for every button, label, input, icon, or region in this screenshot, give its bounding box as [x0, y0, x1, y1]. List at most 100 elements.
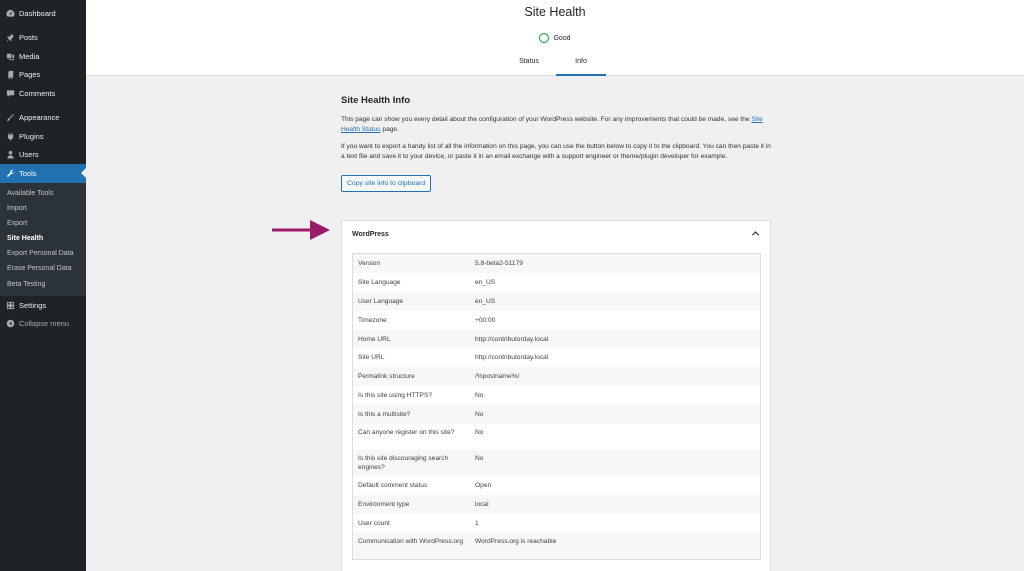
row-value: /%postname%/: [475, 373, 520, 381]
menu-label: Posts: [19, 33, 38, 43]
pages-icon: [6, 70, 15, 79]
annotation-arrow: [272, 220, 330, 240]
collapse-menu-button[interactable]: Collapse menu: [0, 314, 86, 333]
table-row: Is this a multisite? No: [353, 405, 760, 425]
submenu-import[interactable]: Import: [0, 201, 86, 216]
comment-icon: [6, 89, 15, 98]
table-row: Environment type local: [353, 494, 760, 514]
settings-icon: [6, 301, 15, 310]
section-heading: Site Health Info: [341, 95, 411, 106]
intro-text: This page can show you every detail abou…: [341, 116, 752, 123]
pin-icon: [6, 33, 15, 42]
row-value: No: [475, 429, 484, 437]
media-icon: [6, 52, 15, 61]
row-value: en_US: [475, 278, 496, 286]
menu-users[interactable]: Users: [0, 146, 86, 165]
menu-pages[interactable]: Pages: [0, 66, 86, 85]
panel-toggle[interactable]: WordPress: [342, 221, 770, 248]
table-row: Can anyone register on this site? No: [353, 424, 760, 450]
table-row: User Language en_US: [353, 291, 760, 311]
row-value: en_US: [475, 297, 496, 305]
tab-info[interactable]: Info: [556, 52, 606, 76]
info-table: Version 5.8-beta2-51179 Site Language en_US…: [352, 253, 761, 560]
menu-label: Tools: [19, 168, 37, 178]
table-row: Home URL http://contributorday.local: [353, 329, 760, 349]
row-label: Home URL: [358, 335, 391, 343]
main-content: Site Health Info This page can show you …: [341, 88, 771, 192]
row-value: local: [475, 500, 489, 508]
menu-appearance[interactable]: Appearance: [0, 109, 86, 128]
brush-icon: [6, 113, 15, 122]
row-label: Site URL: [358, 354, 385, 362]
row-value: http://contributorday.local: [475, 335, 549, 343]
menu-media[interactable]: Media: [0, 47, 86, 66]
submenu-export[interactable]: Export: [0, 216, 86, 231]
intro-text-end: page.: [380, 126, 399, 133]
menu-label: Comments: [19, 88, 56, 98]
intro-paragraph: This page can show you every detail abou…: [341, 115, 771, 135]
admin-sidebar: Dashboard Posts Media Pages Comments App…: [0, 0, 86, 571]
row-label: Site Language: [358, 278, 401, 286]
submenu-available-tools[interactable]: Available Tools: [0, 186, 86, 201]
menu-comments[interactable]: Comments: [0, 84, 86, 103]
menu-label: Collapse menu: [19, 319, 70, 329]
page-header: Site Health Good Status Info: [86, 0, 1024, 76]
menu-label: Users: [19, 150, 39, 160]
dashboard-icon: [6, 9, 15, 18]
page-title: Site Health: [524, 5, 586, 19]
table-row: Permalink structure /%postname%/: [353, 367, 760, 387]
menu-dashboard[interactable]: Dashboard: [0, 4, 86, 23]
table-row: Site Language en_US: [353, 273, 760, 292]
row-value: No: [475, 392, 484, 400]
table-row: User count 1: [353, 514, 760, 533]
submenu-beta-testing[interactable]: Beta Testing: [0, 277, 86, 292]
status-circle-icon: [539, 33, 550, 43]
submenu-site-health[interactable]: Site Health: [0, 231, 86, 246]
row-label: Can anyone register on this site?: [358, 429, 455, 437]
menu-settings[interactable]: Settings: [0, 296, 86, 315]
row-label: User Language: [358, 297, 404, 305]
tools-submenu: Available Tools Import Export Site Healt…: [0, 182, 86, 296]
row-value: Open: [475, 481, 492, 489]
menu-label: Plugins: [19, 131, 44, 141]
menu-label: Media: [19, 51, 40, 61]
menu-posts[interactable]: Posts: [0, 29, 86, 48]
row-label: Is this a multisite?: [358, 411, 411, 419]
submenu-export-personal-data[interactable]: Export Personal Data: [0, 246, 86, 261]
chevron-up-icon: [751, 229, 760, 240]
row-label: Timezone: [358, 316, 387, 324]
menu-plugins[interactable]: Plugins: [0, 127, 86, 146]
row-label: Environment type: [358, 500, 410, 508]
export-paragraph: If you want to export a handy list of al…: [341, 143, 771, 160]
table-row: Default comment status Open: [353, 476, 760, 495]
health-status: Good: [86, 33, 1024, 43]
menu-label: Settings: [19, 300, 47, 310]
table-row: Version 5.8-beta2-51179: [353, 254, 760, 273]
menu-label: Dashboard: [19, 8, 56, 18]
row-value: 5.8-beta2-51179: [475, 259, 523, 267]
status-label: Good: [553, 34, 571, 42]
submenu-erase-personal-data[interactable]: Erase Personal Data: [0, 261, 86, 276]
menu-label: Appearance: [19, 113, 60, 123]
row-value: No: [475, 411, 484, 419]
row-value: +00:00: [475, 316, 496, 324]
plugin-icon: [6, 132, 15, 141]
table-row: Is this site using HTTPS? No: [353, 386, 760, 405]
row-label: Is this site using HTTPS?: [358, 392, 433, 400]
copy-site-info-button[interactable]: Copy site info to clipboard: [341, 175, 432, 192]
menu-label: Pages: [19, 70, 41, 80]
row-value: No: [475, 455, 484, 463]
row-label: User count: [358, 519, 390, 527]
collapse-icon: [6, 319, 15, 328]
row-label: Version: [358, 259, 380, 267]
panel-title: WordPress: [352, 231, 389, 238]
table-row: Communication with WordPress.org WordPres…: [353, 532, 760, 559]
tab-status[interactable]: Status: [504, 52, 554, 76]
row-label: Permalink structure: [358, 373, 415, 381]
table-row: Timezone +00:00: [353, 311, 760, 330]
row-value: WordPress.org is reachable: [475, 537, 557, 545]
row-value: 1: [475, 519, 479, 527]
tabs: Status Info: [86, 52, 1024, 76]
row-label: Communication with WordPress.org: [358, 537, 464, 545]
menu-tools[interactable]: Tools: [0, 164, 86, 183]
